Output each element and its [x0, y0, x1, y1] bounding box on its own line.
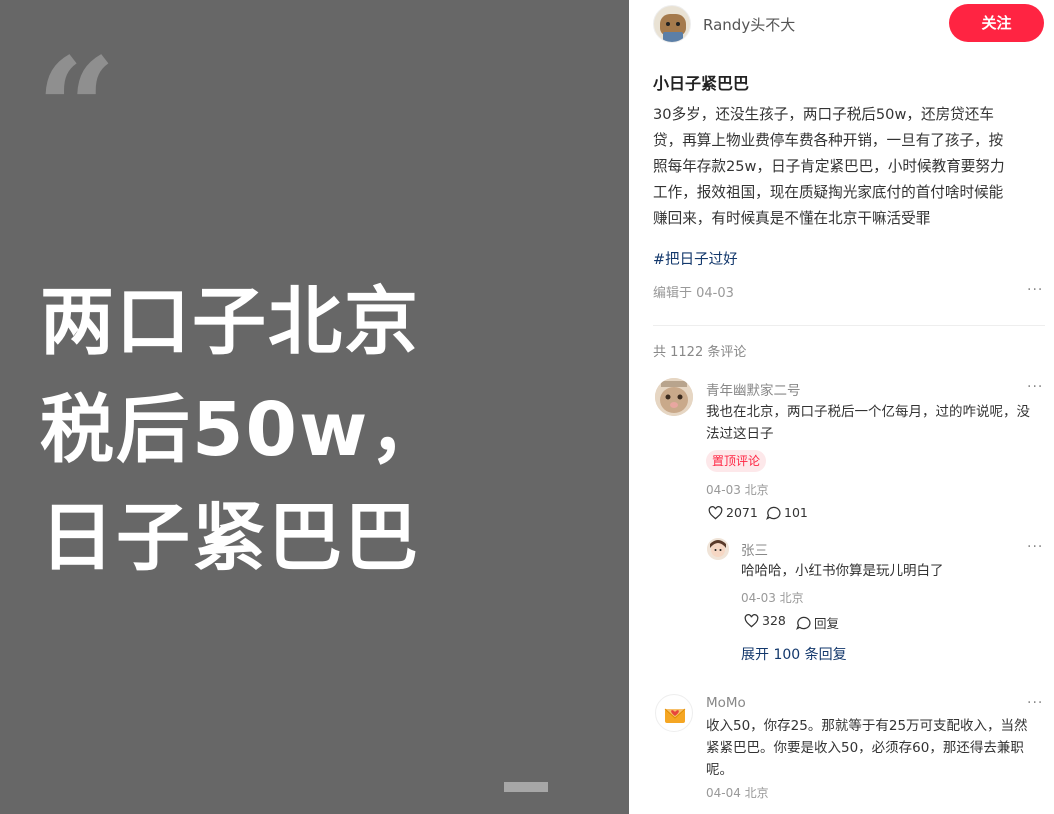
divider [653, 325, 1045, 326]
commenter-avatar[interactable] [655, 378, 693, 416]
comment-meta: 04-04 北京 [706, 786, 769, 800]
reply-like-count: 328 [762, 613, 786, 628]
image-pager-indicator[interactable] [504, 782, 548, 792]
reply-meta: 04-03 北京 [741, 591, 804, 605]
comment-text: 收入50，你存25。那就等于有25万可支配收入，当然 紧紧巴巴。你要是收入50，… [706, 715, 1028, 781]
replier-name[interactable]: 张三 [741, 539, 768, 559]
comment-icon [796, 616, 811, 630]
note-more-icon[interactable]: ··· [1027, 282, 1043, 298]
note-body-line: 30多岁，还没生孩子，两口子税后50w，还房贷还车 [653, 106, 994, 123]
note-cover-image[interactable]: “ 两口子北京 税后50w， 日子紧巴巴 [0, 0, 629, 814]
expand-replies-button[interactable]: 展开 100 条回复 [741, 644, 847, 664]
note-body-line: 工作，报效祖国，现在质疑掏光家底付的首付啥时候能 [653, 184, 1004, 201]
comment-text: 我也在北京，两口子税后一个亿每月，过的咋说呢，没 法过这日子 [706, 401, 1030, 445]
quote-mark: “ [36, 28, 117, 192]
cover-line: 税后50w， [40, 387, 446, 473]
reply-text: 哈哈哈，小红书你算是玩儿明白了 [741, 563, 944, 579]
author-info[interactable]: Randy头不大 [653, 4, 795, 44]
author-avatar[interactable] [653, 5, 691, 43]
reply-like-button[interactable]: 328 [744, 613, 786, 628]
comment-line: 收入50，你存25。那就等于有25万可支配收入，当然 [706, 718, 1028, 734]
note-title: 小日子紧巴巴 [653, 74, 750, 93]
commenter-name[interactable]: MoMo [706, 695, 746, 711]
cover-line: 两口子北京 [40, 279, 420, 365]
comment-line: 法过这日子 [706, 426, 774, 442]
edit-date: 编辑于 04-03 [653, 286, 734, 301]
comment-line: 我也在北京，两口子税后一个亿每月，过的咋说呢，没 [706, 404, 1030, 420]
cover-line: 日子紧巴巴 [40, 495, 420, 581]
replier-avatar[interactable] [707, 538, 729, 560]
comment-count: 共 1122 条评论 [653, 345, 747, 360]
pinned-comment-badge: 置顶评论 [706, 450, 767, 472]
heart-icon [744, 613, 759, 627]
heart-icon [708, 505, 723, 519]
like-count: 2071 [726, 505, 758, 520]
commenter-avatar[interactable] [655, 694, 693, 732]
reply-count-button[interactable]: 101 [766, 505, 808, 520]
commenter-name[interactable]: 青年幽默家二号 [706, 379, 801, 399]
note-body-line: 照每年存款25w，日子肯定紧巴巴，小时候教育要努力 [653, 158, 1005, 175]
comment-line: 呢。 [706, 762, 733, 778]
note-body-line: 赚回来，有时候真是不懂在北京干嘛活受罪 [653, 210, 931, 227]
follow-button[interactable]: 关注 [949, 4, 1044, 42]
note-body: 30多岁，还没生孩子，两口子税后50w，还房贷还车 贷，再算上物业费停车费各种开… [653, 102, 1045, 232]
comment-more-icon[interactable]: ··· [1027, 379, 1043, 395]
reply-label: 回复 [814, 616, 840, 631]
comment-icon [766, 506, 781, 520]
note-tag[interactable]: #把日子过好 [653, 248, 738, 269]
like-button[interactable]: 2071 [708, 505, 758, 520]
cover-text: 两口子北京 税后50w， 日子紧巴巴 [40, 268, 445, 592]
note-detail-panel: Randy头不大 关注 小日子紧巴巴 30多岁，还没生孩子，两口子税后50w，还… [629, 0, 1054, 814]
author-name[interactable]: Randy头不大 [703, 14, 795, 35]
comment-more-icon[interactable]: ··· [1027, 695, 1043, 711]
reply-button[interactable]: 回复 [796, 613, 839, 632]
comment-meta: 04-03 北京 [706, 483, 769, 497]
comment-line: 紧紧巴巴。你要是收入50，必须存60，那还得去兼职 [706, 740, 1024, 756]
reply-more-icon[interactable]: ··· [1027, 539, 1043, 555]
reply-count: 101 [784, 505, 808, 520]
note-body-line: 贷，再算上物业费停车费各种开销，一旦有了孩子，按 [653, 132, 1004, 149]
